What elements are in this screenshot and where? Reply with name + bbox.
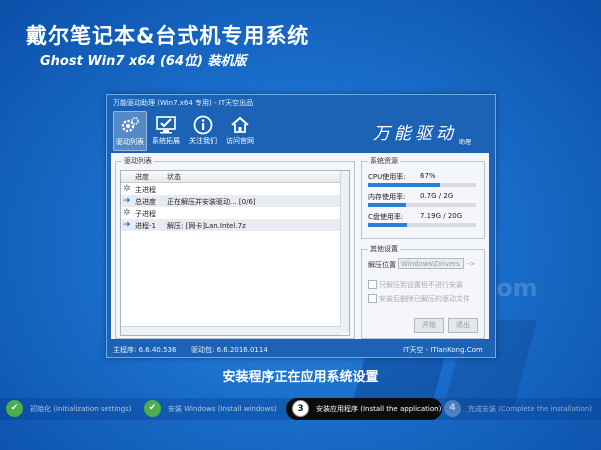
gears-icon	[114, 115, 146, 137]
install-steps: ✔ 初始化 (Initialization settings) ✔ 安装 Win…	[0, 398, 601, 420]
step-label: 完成安装 (Complete the installation)	[468, 405, 593, 413]
column-header-progress[interactable]: 进度	[135, 172, 149, 182]
step-label: 安装 Windows (Install windows)	[168, 405, 277, 413]
only-extract-label: 只解压到设置但不进行安装	[379, 281, 463, 289]
cpu-usage-value: 67%	[420, 172, 436, 180]
install-status-text: 安装程序正在应用系统设置	[222, 370, 379, 385]
list-item[interactable]: ➜ 总进度 正在解压并安装驱动... [0/6]	[121, 195, 349, 207]
info-icon	[187, 114, 219, 136]
exit-button[interactable]: 退出	[448, 318, 478, 333]
row-name: 总进度	[135, 198, 156, 206]
vertical-scrollbar[interactable]	[340, 171, 349, 333]
horizontal-scrollbar[interactable]	[121, 326, 341, 335]
memory-usage-value: 0.7G / 2G	[420, 192, 454, 200]
list-header: 进度 状态	[121, 171, 349, 183]
step-label: 安装应用程序 (Install the application)	[316, 405, 442, 413]
gear-icon: ✲	[123, 184, 131, 194]
cpu-usage-bar	[368, 183, 476, 187]
disk-usage-value: 7.19G / 20G	[420, 212, 463, 220]
memory-usage-bar	[368, 203, 476, 207]
cpu-usage-fill	[368, 183, 441, 187]
start-button[interactable]: 开始	[414, 318, 444, 333]
row-name: 子进程	[135, 210, 156, 218]
group-label: 系统资源	[368, 156, 400, 166]
step-label: 初始化 (Initialization settings)	[30, 405, 132, 413]
brand-logo: 万能驱动	[373, 124, 457, 144]
driver-pack-version: 驱动包: 6.6.2016.0114	[191, 346, 268, 354]
toolbar: 驱动列表 系统拓展 关注我们 访问官网 万能驱动 助理	[107, 111, 495, 151]
monitor-check-icon	[150, 114, 182, 136]
cpu-usage-label: CPU使用率:	[368, 173, 406, 181]
extract-location-arrow[interactable]: ->	[467, 260, 475, 268]
toolbar-label: 关注我们	[189, 137, 217, 145]
driver-list-group: 驱动列表 进度 状态 ✲ 主进程 ➜ 总进度 正在解压并安装驱动... [0/6…	[115, 156, 355, 339]
row-status: 解压: [网卡]Lan.Intel.7z	[167, 222, 246, 230]
group-label: 驱动列表	[122, 156, 154, 166]
gear-icon: ✲	[123, 208, 131, 218]
row-status: 正在解压并安装驱动... [0/6]	[167, 198, 256, 206]
toolbar-label: 访问官网	[226, 137, 254, 145]
driver-list[interactable]: 进度 状态 ✲ 主进程 ➜ 总进度 正在解压并安装驱动... [0/6] ✲ 子…	[120, 170, 350, 336]
row-name: 进程-1	[135, 222, 156, 230]
delete-after-install-label: 安装后删除已解压的驱动文件	[379, 295, 470, 303]
step-number: 3	[292, 400, 309, 417]
memory-usage-label: 内存使用率:	[368, 193, 406, 201]
extract-location-field[interactable]: Windows\Drivers	[398, 258, 464, 269]
extract-location-label: 解压位置	[368, 261, 396, 269]
disk-usage-bar	[368, 223, 476, 227]
site-link[interactable]: IT天空 - ITianKong.Com	[403, 343, 483, 357]
list-item[interactable]: ✲ 子进程	[121, 207, 349, 219]
desktop-title: 戴尔笔记本&台式机专用系统	[26, 24, 310, 48]
only-extract-checkbox[interactable]	[368, 280, 377, 289]
check-icon: ✔	[144, 400, 161, 417]
toolbar-follow-us[interactable]: 关注我们	[187, 111, 219, 149]
status-bar: 主程序: 6.6.40.536 驱动包: 6.6.2016.0114 IT天空 …	[107, 343, 495, 357]
main-program-version: 主程序: 6.6.40.536	[113, 346, 177, 354]
other-settings-group: 其他设置 解压位置 Windows\Drivers -> 只解压到设置但不进行安…	[361, 244, 485, 339]
toolbar-label: 系统拓展	[152, 137, 180, 145]
home-icon	[224, 114, 256, 136]
step-initialization: ✔ 初始化 (Initialization settings)	[6, 398, 146, 420]
row-name: 主进程	[135, 186, 156, 194]
list-item[interactable]: ✲ 主进程	[121, 183, 349, 195]
memory-usage-fill	[368, 203, 406, 207]
toolbar-driver-list[interactable]: 驱动列表	[113, 111, 147, 151]
delete-after-install-checkbox[interactable]	[368, 294, 377, 303]
toolbar-system-ext[interactable]: 系统拓展	[150, 111, 182, 149]
system-resources-group: 系统资源 CPU使用率: 67% 内存使用率: 0.7G / 2G C盘使用率:…	[361, 156, 485, 239]
driver-assistant-window: 万能驱动助理 (Win7.x64 专用) - IT天空出品 驱动列表 系统拓展 …	[106, 94, 496, 358]
list-item[interactable]: ➜ 进程-1 解压: [网卡]Lan.Intel.7z	[121, 219, 349, 231]
step-complete-installation: 4 完成安装 (Complete the installation)	[444, 398, 594, 420]
disk-usage-fill	[368, 223, 407, 227]
step-install-application: 3 安装应用程序 (Install the application)	[286, 398, 442, 420]
step-number: 4	[444, 400, 461, 417]
arrow-right-icon: ➜	[123, 196, 131, 206]
column-header-status[interactable]: 状态	[167, 172, 181, 182]
arrow-right-icon: ➜	[123, 220, 131, 230]
step-install-windows: ✔ 安装 Windows (Install windows)	[144, 398, 284, 420]
group-label: 其他设置	[368, 244, 400, 254]
brand-logo-small: 助理	[458, 139, 471, 146]
window-title: 万能驱动助理 (Win7.x64 专用) - IT天空出品	[113, 99, 254, 107]
desktop-subtitle: Ghost Win7 x64 (64位) 装机版	[40, 54, 247, 69]
content-panel: 驱动列表 进度 状态 ✲ 主进程 ➜ 总进度 正在解压并安装驱动... [0/6…	[111, 153, 489, 339]
check-icon: ✔	[6, 400, 23, 417]
toolbar-visit-site[interactable]: 访问官网	[224, 111, 256, 149]
disk-usage-label: C盘使用率:	[368, 213, 404, 221]
toolbar-label: 驱动列表	[116, 138, 144, 146]
